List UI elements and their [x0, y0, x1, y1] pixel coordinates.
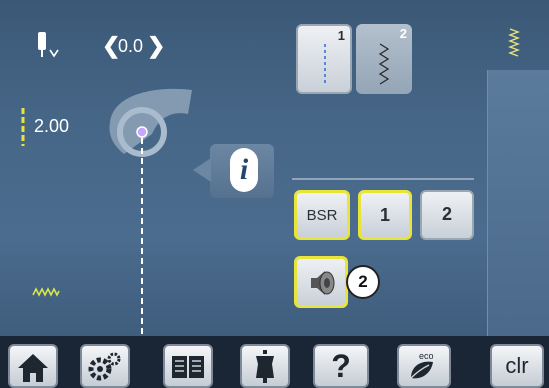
- zigzag-stitch-icon: [376, 42, 392, 86]
- help-button[interactable]: ?: [313, 344, 369, 388]
- divider: [292, 178, 474, 180]
- help-icon: ?: [331, 348, 351, 384]
- needle-icon[interactable]: [36, 30, 60, 60]
- book-icon: [172, 356, 204, 378]
- needle-tab-2[interactable]: 2: [356, 24, 412, 94]
- sound-callout-number: 2: [358, 272, 368, 291]
- straight-stitch-icon: [323, 44, 327, 86]
- mode-2-button[interactable]: 2: [420, 190, 474, 240]
- needle-tab-2-label: 2: [399, 26, 407, 41]
- stitch-length-icon: [20, 108, 26, 146]
- setup-button[interactable]: [80, 344, 130, 388]
- manual-button[interactable]: [163, 344, 213, 388]
- clear-button[interactable]: clr: [490, 344, 544, 388]
- bsr-button[interactable]: BSR: [294, 190, 350, 240]
- info-icon: i: [230, 148, 258, 192]
- stitch-length-value: 2.00: [34, 116, 70, 136]
- leaf-icon: [410, 361, 433, 379]
- sound-button[interactable]: [294, 256, 348, 308]
- info-button[interactable]: i: [210, 144, 274, 198]
- home-button[interactable]: [8, 344, 58, 388]
- dress-form-icon: [256, 350, 274, 383]
- gear-icon: [88, 352, 121, 381]
- stitch-preview: [100, 72, 210, 336]
- sewing-consultant-button[interactable]: [240, 344, 290, 388]
- needle-tab-1[interactable]: 1: [296, 24, 352, 94]
- speaker-icon: [307, 269, 337, 297]
- sound-callout-badge: 2: [346, 265, 380, 299]
- main-screen: ❮ 0.0 ❯ 2.00 i 1 2 BSR 1 2 2: [0, 0, 549, 336]
- needle-tab-1-label: 1: [337, 28, 345, 43]
- info-pointer: [193, 158, 211, 182]
- mode-1-label: 1: [379, 205, 390, 225]
- home-icon: [18, 354, 48, 382]
- eco-button[interactable]: eco: [397, 344, 451, 388]
- clear-label: clr: [505, 353, 529, 378]
- right-panel: [487, 70, 549, 336]
- mode-1-button[interactable]: 1: [358, 190, 412, 240]
- bsr-label: BSR: [306, 207, 338, 224]
- mode-2-label: 2: [441, 204, 452, 224]
- needle-right-arrow[interactable]: ❯: [147, 33, 165, 59]
- needle-position-value: 0.0: [118, 36, 144, 56]
- stitch-indicator-icon: [32, 284, 60, 297]
- stitch-pattern-icon[interactable]: [508, 28, 520, 58]
